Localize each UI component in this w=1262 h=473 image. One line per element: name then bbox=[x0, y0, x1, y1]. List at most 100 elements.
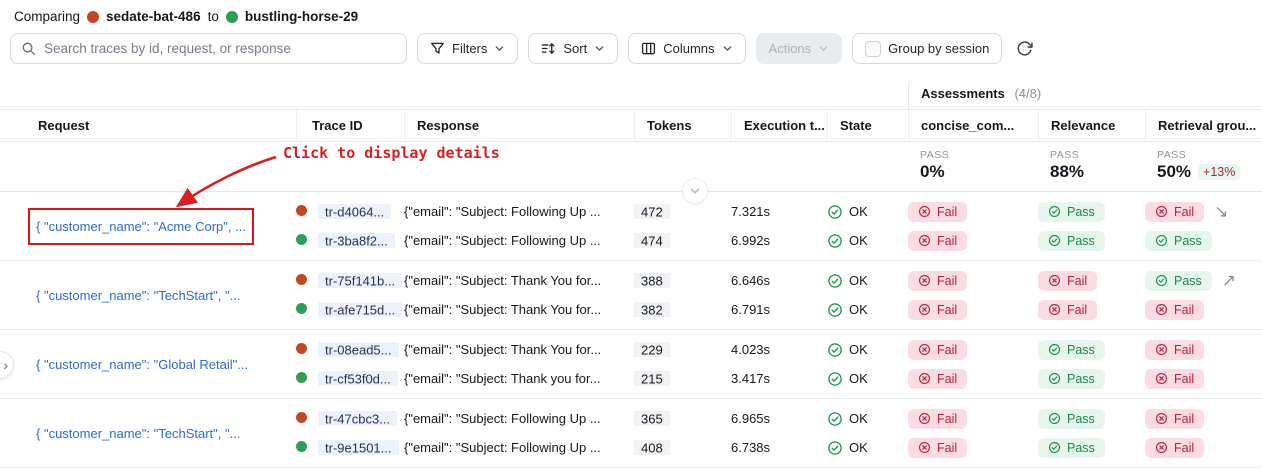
x-circle-icon bbox=[918, 441, 931, 454]
tokens-value: 215 bbox=[634, 371, 670, 386]
chevron-down-icon bbox=[689, 185, 701, 197]
state-label: OK bbox=[849, 204, 868, 219]
fail-badge: Fail bbox=[1145, 300, 1204, 320]
run-b-dot-icon bbox=[296, 372, 307, 383]
request-link[interactable]: { "customer_name": "TechStart", "... bbox=[36, 426, 240, 441]
table-row[interactable]: tr-75f141b... {"email": "Subject: Thank … bbox=[296, 266, 1262, 295]
sort-button[interactable]: Sort bbox=[528, 33, 618, 64]
fail-badge: Fail bbox=[908, 340, 967, 360]
summary-concise: PASS 0% bbox=[908, 142, 1038, 191]
chevron-down-icon bbox=[722, 43, 733, 54]
pass-badge: Pass bbox=[1038, 231, 1105, 251]
pass-badge: Pass bbox=[1145, 231, 1212, 251]
trace-id-link[interactable]: tr-75f141b... bbox=[318, 273, 402, 288]
search-box[interactable] bbox=[10, 33, 407, 64]
request-link[interactable]: { "customer_name": "Acme Corp", ... bbox=[36, 219, 246, 234]
fail-badge: Fail bbox=[1038, 271, 1097, 291]
trace-id-link[interactable]: tr-9e1501... bbox=[318, 440, 399, 455]
search-input[interactable] bbox=[44, 41, 396, 56]
state-label: OK bbox=[849, 342, 868, 357]
group-by-session-toggle[interactable]: Group by session bbox=[852, 33, 1002, 64]
column-header-tokens: Tokens bbox=[634, 110, 731, 141]
summary-retrieval: PASS 50% +13% bbox=[1145, 142, 1262, 191]
table-row[interactable]: tr-08ead5... {"email": "Subject: Thank Y… bbox=[296, 335, 1262, 364]
fail-badge: Fail bbox=[1145, 202, 1204, 222]
x-circle-icon bbox=[918, 274, 931, 287]
compare-to-label: to bbox=[208, 9, 219, 24]
x-circle-icon bbox=[918, 372, 931, 385]
x-circle-icon bbox=[918, 205, 931, 218]
trace-pair-group: { "customer_name": "Global Retail"... tr… bbox=[0, 330, 1262, 399]
run-a-dot-icon bbox=[296, 343, 307, 354]
request-link[interactable]: { "customer_name": "Global Retail"... bbox=[36, 357, 248, 372]
response-cell[interactable]: {"email": "Subject: Thank You for... bbox=[404, 273, 634, 288]
run-b-dot-icon bbox=[296, 303, 307, 314]
tokens-value: 472 bbox=[634, 204, 670, 219]
tokens-value: 382 bbox=[634, 302, 670, 317]
response-cell[interactable]: {"email": "Subject: Following Up ... bbox=[404, 204, 634, 219]
fail-badge: Fail bbox=[908, 231, 967, 251]
check-circle-icon bbox=[1155, 274, 1168, 287]
pass-badge: Pass bbox=[1038, 369, 1105, 389]
annotation-text: Click to display details bbox=[283, 144, 500, 162]
response-cell[interactable]: {"email": "Subject: Following Up ... bbox=[404, 233, 634, 248]
group-by-session-checkbox[interactable] bbox=[865, 41, 881, 57]
response-cell[interactable]: {"email": "Subject: Thank you for... bbox=[404, 371, 634, 386]
column-header-retrieval: Retrieval grou... bbox=[1145, 110, 1262, 141]
table-row[interactable]: tr-cf53f0d... {"email": "Subject: Thank … bbox=[296, 364, 1262, 393]
trace-id-link[interactable]: tr-3ba8f2... bbox=[318, 233, 395, 248]
trace-id-link[interactable]: tr-cf53f0d... bbox=[318, 371, 398, 386]
table-row[interactable]: tr-3ba8f2... {"email": "Subject: Followi… bbox=[296, 226, 1262, 255]
ok-check-icon bbox=[827, 204, 843, 220]
pass-badge: Pass bbox=[1038, 340, 1105, 360]
assessments-count: (4/8) bbox=[1014, 86, 1041, 101]
check-circle-icon bbox=[1048, 441, 1061, 454]
pass-badge: Pass bbox=[1038, 202, 1105, 222]
response-cell[interactable]: {"email": "Subject: Thank You for... bbox=[404, 302, 634, 317]
response-cell[interactable]: {"email": "Subject: Following Up ... bbox=[404, 411, 634, 426]
x-circle-icon bbox=[1155, 372, 1168, 385]
column-header-execution: Execution t... bbox=[731, 110, 827, 141]
columns-button[interactable]: Columns bbox=[628, 33, 745, 64]
trace-id-link[interactable]: tr-08ead5... bbox=[318, 342, 399, 357]
assessments-label: Assessments bbox=[921, 86, 1005, 101]
ok-check-icon bbox=[827, 302, 843, 318]
trace-id-link[interactable]: tr-47cbc3... bbox=[318, 411, 397, 426]
trace-id-link[interactable]: tr-d4064... bbox=[318, 204, 391, 219]
table-row[interactable]: tr-9e1501... {"email": "Subject: Followi… bbox=[296, 433, 1262, 462]
column-header-request: Request bbox=[0, 110, 296, 141]
state-label: OK bbox=[849, 302, 868, 317]
x-circle-icon bbox=[918, 303, 931, 316]
execution-time: 6.992s bbox=[731, 233, 827, 248]
pass-badge: Pass bbox=[1145, 271, 1212, 291]
refresh-button[interactable] bbox=[1016, 40, 1033, 57]
toolbar: Filters Sort Columns Actions Group by se… bbox=[0, 28, 1262, 72]
chevron-down-icon bbox=[594, 43, 605, 54]
table-row[interactable]: tr-d4064... {"email": "Subject: Followin… bbox=[296, 197, 1262, 226]
filters-button[interactable]: Filters bbox=[417, 33, 518, 64]
table-row[interactable]: tr-afe715d... {"email": "Subject: Thank … bbox=[296, 295, 1262, 324]
run-b-name: bustling-horse-29 bbox=[245, 9, 358, 24]
state-label: OK bbox=[849, 371, 868, 386]
check-circle-icon bbox=[1048, 372, 1061, 385]
actions-label: Actions bbox=[769, 41, 812, 56]
check-circle-icon bbox=[1048, 343, 1061, 356]
expand-summary-button[interactable] bbox=[682, 178, 708, 204]
pass-badge: Pass bbox=[1038, 438, 1105, 458]
table-row[interactable]: tr-47cbc3... {"email": "Subject: Followi… bbox=[296, 404, 1262, 433]
tokens-value: 474 bbox=[634, 233, 670, 248]
x-circle-icon bbox=[1155, 303, 1168, 316]
request-link[interactable]: { "customer_name": "TechStart", "... bbox=[36, 288, 240, 303]
pass-rate-concise: 0% bbox=[920, 162, 1038, 182]
fail-badge: Fail bbox=[908, 409, 967, 429]
ok-check-icon bbox=[827, 440, 843, 456]
state-label: OK bbox=[849, 273, 868, 288]
response-cell[interactable]: {"email": "Subject: Following Up ... bbox=[404, 440, 634, 455]
response-cell[interactable]: {"email": "Subject: Thank You for... bbox=[404, 342, 634, 357]
run-a-dot-icon bbox=[296, 205, 307, 216]
trace-pair-group: { "customer_name": "Acme Corp", ... tr-d… bbox=[0, 192, 1262, 261]
check-circle-icon bbox=[1048, 412, 1061, 425]
ok-check-icon bbox=[827, 371, 843, 387]
trace-id-link[interactable]: tr-afe715d... bbox=[318, 302, 402, 317]
refresh-icon bbox=[1016, 40, 1033, 57]
